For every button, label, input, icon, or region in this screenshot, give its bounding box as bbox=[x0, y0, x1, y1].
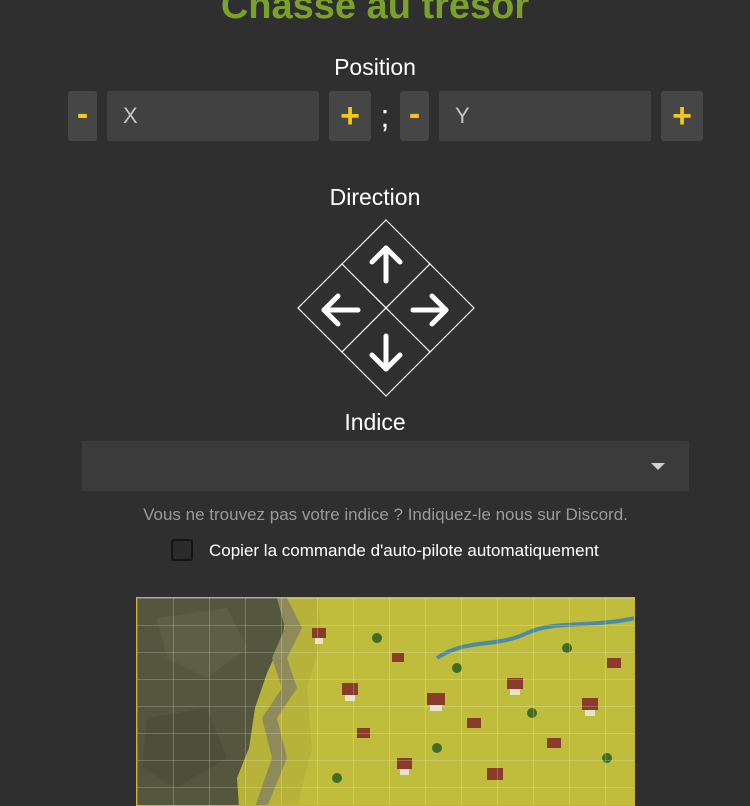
map-image bbox=[137, 598, 634, 805]
chevron-down-icon bbox=[651, 463, 665, 470]
indice-label: Indice bbox=[344, 409, 406, 435]
map-preview[interactable] bbox=[136, 597, 635, 806]
indice-hint: Vous ne trouvez pas votre indice ? Indiq… bbox=[143, 505, 628, 524]
indice-select[interactable] bbox=[82, 441, 689, 491]
autopilot-label[interactable]: Copier la commande d'auto-pilote automat… bbox=[209, 541, 599, 561]
autopilot-checkbox[interactable] bbox=[171, 539, 193, 561]
direction-compass bbox=[297, 219, 475, 397]
